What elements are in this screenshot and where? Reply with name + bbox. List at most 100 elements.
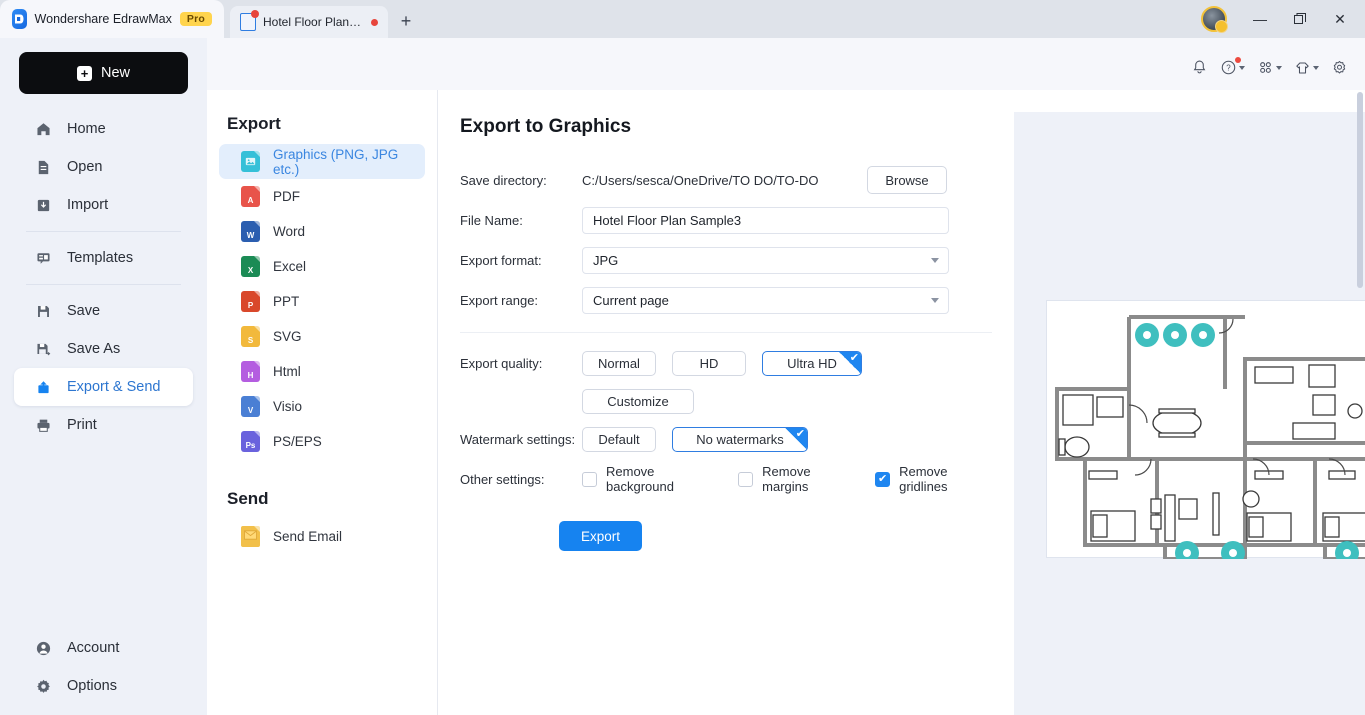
watermark-option-label: Default: [598, 431, 640, 447]
floor-plan-preview: [1046, 300, 1365, 559]
checkbox-box: ✔: [875, 471, 891, 487]
theme-shirt-icon[interactable]: [1291, 56, 1322, 79]
format-item-graphics[interactable]: Graphics (PNG, JPG etc.): [219, 144, 425, 179]
export-form: Export to Graphics Save directory: C:/Us…: [438, 90, 1014, 715]
import-icon: [34, 196, 53, 215]
export-button[interactable]: Export: [559, 521, 642, 551]
form-divider: [460, 332, 992, 333]
quality-option-normal[interactable]: Normal: [582, 350, 656, 376]
new-tab-button[interactable]: +: [392, 6, 420, 36]
format-item-pdf[interactable]: A PDF: [219, 179, 425, 214]
help-icon[interactable]: ?: [1217, 56, 1248, 79]
content-scrollbar[interactable]: [1357, 92, 1363, 692]
sidebar-item-home[interactable]: Home: [14, 110, 193, 148]
format-item-ps-eps[interactable]: Ps PS/EPS: [219, 424, 425, 459]
sidebar-item-label: Home: [67, 121, 106, 137]
brand-tab[interactable]: Wondershare EdrawMax Pro: [0, 0, 224, 38]
new-button[interactable]: + New: [19, 52, 188, 94]
home-icon: [34, 120, 53, 139]
new-button-label: New: [100, 65, 130, 81]
plus-icon: +: [76, 65, 92, 81]
send-item-email[interactable]: Send Email: [219, 519, 425, 554]
customize-button[interactable]: Customize: [582, 388, 694, 414]
sidebar-item-label: Print: [67, 417, 97, 433]
watermark-label: Watermark settings:: [460, 431, 576, 447]
watermark-option-default[interactable]: Default: [582, 426, 656, 452]
export-format-select[interactable]: JPG: [582, 246, 949, 274]
sidebar-item-options[interactable]: Options: [14, 667, 193, 705]
checkbox-label: Remove background: [606, 464, 674, 494]
sidebar-item-label: Templates: [67, 250, 134, 266]
sidebar-item-open[interactable]: Open: [14, 148, 193, 186]
sidebar-item-save-as[interactable]: Save As: [14, 330, 193, 368]
save-directory-value: C:/Users/sesca/OneDrive/TO DO/TO-DO: [582, 172, 819, 188]
sidebar-nav: Home Open Import Templates Save Save As …: [0, 110, 207, 444]
format-item-label: Graphics (PNG, JPG etc.): [273, 146, 399, 177]
chevron-down-icon: [1239, 66, 1245, 70]
left-sidebar: + New Home Open Import Templates Save Sa…: [0, 38, 207, 715]
minimize-button[interactable]: —: [1241, 2, 1279, 36]
watermark-option-label: No watermarks: [696, 431, 784, 447]
checkbox-box: [738, 471, 754, 487]
checkbox-remove-gridlines[interactable]: ✔ Remove gridlines: [875, 464, 985, 494]
sidebar-item-label: Account: [67, 640, 120, 656]
app-toolbar: ?: [1188, 50, 1351, 84]
quality-option-ultra-hd[interactable]: Ultra HD ✔: [762, 350, 862, 376]
checkbox-box: [582, 471, 597, 487]
options-gear-icon: [34, 677, 53, 696]
sidebar-item-label: Save As: [67, 341, 121, 357]
checkbox-remove-background[interactable]: Remove background: [582, 464, 709, 494]
export-range-select[interactable]: Current page: [582, 286, 949, 314]
pro-badge: Pro: [179, 12, 212, 26]
checkbox-label: Remove margins: [762, 464, 811, 494]
format-item-excel[interactable]: X Excel: [219, 249, 425, 284]
sidebar-divider: [26, 284, 181, 285]
graphics-file-icon: [241, 151, 260, 172]
format-item-visio[interactable]: V Visio: [219, 389, 425, 424]
export-range-value: Current page: [593, 292, 669, 308]
sidebar-divider: [26, 231, 181, 232]
document-icon: [240, 10, 259, 31]
settings-gear-icon[interactable]: [1328, 56, 1351, 79]
edrawmax-logo-icon: [12, 9, 27, 29]
quality-option-label: Ultra HD: [787, 355, 837, 371]
sidebar-item-templates[interactable]: Templates: [14, 239, 193, 277]
export-range-label: Export range:: [460, 292, 539, 308]
selected-check-icon: ✔: [785, 427, 807, 450]
avatar[interactable]: [1201, 6, 1228, 33]
format-item-ppt[interactable]: P PPT: [219, 284, 425, 319]
maximize-button[interactable]: [1281, 2, 1319, 36]
file-name-input[interactable]: [582, 206, 949, 234]
visio-file-icon: V: [241, 396, 260, 417]
excel-file-icon: X: [241, 256, 260, 277]
row-export-quality: Export quality: Normal HD Ultra HD ✔: [460, 343, 1014, 383]
sidebar-item-print[interactable]: Print: [14, 406, 193, 444]
quality-option-hd[interactable]: HD: [672, 350, 746, 376]
format-item-word[interactable]: W Word: [219, 214, 425, 249]
chevron-down-icon: [1313, 66, 1319, 70]
account-icon: [34, 639, 53, 658]
notifications-icon[interactable]: [1188, 56, 1211, 79]
format-item-html[interactable]: H Html: [219, 354, 425, 389]
chevron-down-icon: [931, 298, 939, 303]
sidebar-item-import[interactable]: Import: [14, 186, 193, 224]
other-settings-label: Other settings:: [460, 471, 545, 487]
apps-grid-icon[interactable]: [1254, 56, 1285, 79]
export-format-panel: Export Graphics (PNG, JPG etc.) A PDF W …: [207, 90, 438, 715]
preview-panel: [1014, 112, 1365, 715]
format-item-label: Visio: [273, 399, 303, 414]
sidebar-item-label: Import: [67, 197, 109, 213]
watermark-option-no-watermarks[interactable]: No watermarks ✔: [672, 426, 808, 452]
export-send-icon: [34, 378, 53, 397]
templates-icon: [34, 249, 53, 268]
checkbox-remove-margins[interactable]: Remove margins: [738, 464, 846, 494]
scrollbar-thumb[interactable]: [1357, 92, 1363, 288]
close-button[interactable]: ✕: [1321, 2, 1359, 36]
sidebar-item-save[interactable]: Save: [14, 292, 193, 330]
browse-button[interactable]: Browse: [867, 166, 947, 194]
sidebar-item-account[interactable]: Account: [14, 629, 193, 667]
window-controls: — ✕: [1201, 0, 1365, 38]
sidebar-item-export-send[interactable]: Export & Send: [14, 368, 193, 406]
document-tab[interactable]: Hotel Floor Plan S...: [230, 6, 388, 38]
format-item-svg[interactable]: S SVG: [219, 319, 425, 354]
